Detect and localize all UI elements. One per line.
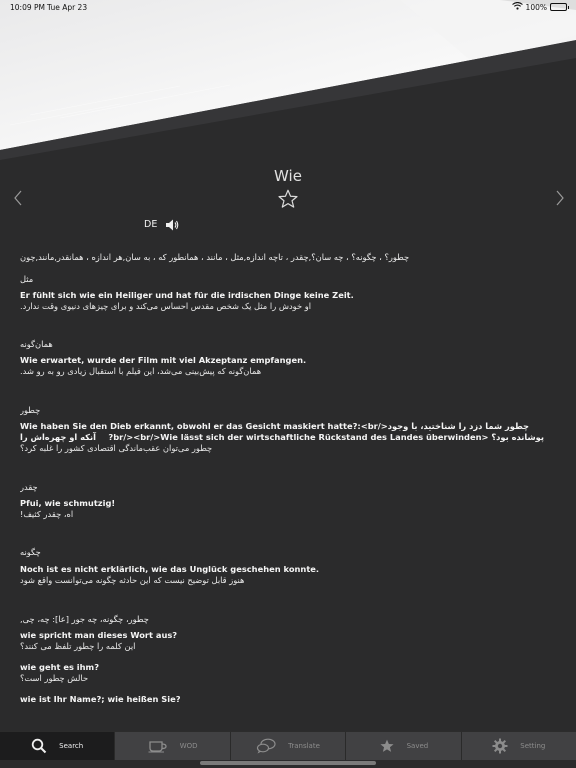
battery-icon <box>550 3 569 11</box>
example-translation: همان‌گونه که پیش‌بینی می‌شد، این فیلم با… <box>20 366 262 376</box>
star-icon <box>380 739 394 752</box>
section-heading: چقدر <box>20 482 38 492</box>
status-date: Tue Apr 23 <box>47 3 88 12</box>
speaker-icon <box>166 219 179 231</box>
example-translation: او خودش را مثل یک شخص مقدس احساس می‌کند … <box>20 301 312 311</box>
language-label: DE <box>144 219 158 230</box>
save-word-button[interactable] <box>277 188 299 210</box>
tab-translate[interactable]: Translate <box>231 732 347 760</box>
example-german: Wie erwartet, wurde der Film mit viel Ak… <box>20 355 307 365</box>
tab-search[interactable]: Search <box>0 732 116 760</box>
meanings-line: چطور؟ ، چگونه؟ ، چه سان؟,چقدر ، تاچه اند… <box>20 252 410 262</box>
tab-label: WOD <box>179 742 198 750</box>
section-heading: چگونه <box>20 547 41 557</box>
next-word-button[interactable] <box>555 190 565 210</box>
word-title: Wie <box>274 167 302 185</box>
battery-percent: 100% <box>525 2 547 12</box>
header-banner-image <box>0 0 576 160</box>
definition-content: چطور؟ ، چگونه؟ ، چه سان؟,چقدر ، تاچه اند… <box>20 252 544 704</box>
previous-word-button[interactable] <box>13 190 23 210</box>
search-icon <box>31 738 47 754</box>
pronounce-button[interactable] <box>165 217 179 231</box>
example-translation: حالش چطور است؟ <box>20 673 89 683</box>
status-bar: 10:09 PM Tue Apr 23 100% <box>0 0 576 14</box>
tab-bar: Search WOD Translate Saved Setting <box>0 731 576 760</box>
section-heading: چطور <box>20 405 41 415</box>
example-german: wie geht es ihm? <box>20 662 100 672</box>
cup-icon <box>148 741 167 753</box>
chevron-left-icon <box>14 190 22 206</box>
section-heading: مثل <box>20 274 34 284</box>
example-german: Er fühlt sich wie ein Heiliger und hat f… <box>20 290 354 300</box>
example-german: Noch ist es nicht erklärlich, wie das Un… <box>20 564 320 574</box>
tab-label: Saved <box>406 742 429 750</box>
example-translation: چطور می‌توان عقب‌ماندگی اقتصادی کشور را … <box>20 443 213 453</box>
gear-icon <box>492 738 508 754</box>
star-outline-icon <box>278 189 298 208</box>
chat-bubbles-icon <box>257 738 276 754</box>
tab-setting[interactable]: Setting <box>462 732 576 760</box>
example-german: Pfui, wie schmutzig! <box>20 498 116 508</box>
section-heading: همان‌گونه <box>20 339 53 349</box>
tab-label: Translate <box>288 742 320 750</box>
example-translation: هنوز قابل توضیح نیست که این حادثه چگونه … <box>20 575 245 585</box>
tab-label: Search <box>59 742 84 750</box>
example-translation: اه، چقدر کثیف! <box>20 509 74 519</box>
example-german: wie ist Ihr Name?; wie heißen Sie? <box>20 694 181 704</box>
chevron-right-icon <box>556 190 564 206</box>
section-heading: چطور، چگونه، چه جور [عا]: چه، چی, <box>20 614 149 624</box>
wifi-icon <box>511 1 523 12</box>
tab-wod[interactable]: WOD <box>115 732 231 760</box>
tab-saved[interactable]: Saved <box>346 732 462 760</box>
example-german: wie spricht man dieses Wort aus? <box>20 630 178 640</box>
home-indicator[interactable] <box>200 761 376 765</box>
tab-label: Setting <box>520 742 546 750</box>
status-time: 10:09 PM <box>10 3 45 12</box>
example-german: پوشانده بود؟ <br/><br/>Wie lässt sich de… <box>108 432 544 442</box>
example-translation: این کلمه را چطور تلفظ می کنند؟ <box>20 641 136 651</box>
